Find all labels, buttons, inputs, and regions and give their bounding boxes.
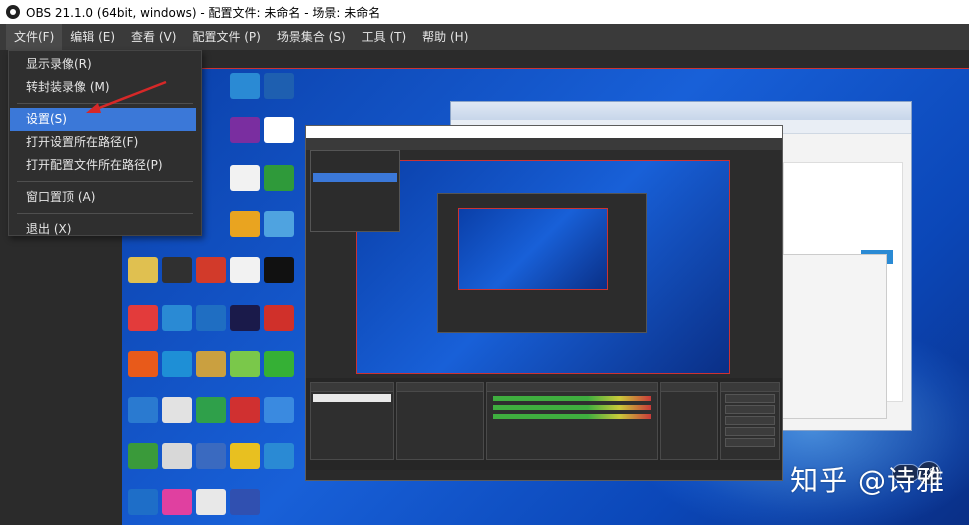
- desktop-icon: [230, 489, 260, 515]
- menu-item-open-profile-folder[interactable]: 打开配置文件所在路径(P): [9, 154, 201, 177]
- desktop-icon: [264, 397, 294, 423]
- desktop-icon: [230, 165, 260, 191]
- menu-profile[interactable]: 配置文件 (P): [184, 24, 268, 50]
- menu-item-open-settings-folder[interactable]: 打开设置所在路径(F): [9, 131, 201, 154]
- desktop-icon: [162, 443, 192, 469]
- menu-separator: [17, 103, 193, 104]
- nested-controls-panel: [720, 382, 780, 460]
- nested-scenes-panel: [310, 382, 394, 460]
- desktop-icon: [264, 443, 294, 469]
- desktop-icon: [162, 351, 192, 377]
- inner-obs-window: [437, 193, 647, 333]
- desktop-icon: [162, 489, 192, 515]
- nested-mixer-panel: [486, 382, 658, 460]
- menu-item-remux-recordings[interactable]: 转封装录像 (M): [9, 76, 201, 99]
- desktop-icon: [230, 257, 260, 283]
- nested-preview: [356, 160, 730, 374]
- inner-preview: [458, 208, 608, 290]
- menu-item-always-on-top[interactable]: 窗口置顶 (A): [9, 186, 201, 209]
- desktop-icon: [264, 117, 294, 143]
- desktop-icon: [196, 397, 226, 423]
- menu-separator: [17, 181, 193, 182]
- desktop-icon: [230, 117, 260, 143]
- desktop-icon: [128, 397, 158, 423]
- desktop-icon: [162, 305, 192, 331]
- nested-file-menu: [310, 150, 400, 232]
- menu-tools[interactable]: 工具 (T): [354, 24, 415, 50]
- desktop-icon: [162, 257, 192, 283]
- desktop-icon: [128, 489, 158, 515]
- menu-item-settings[interactable]: 设置(S): [10, 108, 196, 131]
- desktop-icon: [230, 443, 260, 469]
- desktop-icon: [230, 351, 260, 377]
- menu-item-show-recordings[interactable]: 显示录像(R): [9, 53, 201, 76]
- desktop-icon: [264, 211, 294, 237]
- nested-title-bar: [306, 126, 782, 138]
- nested-scene-row: [313, 394, 391, 402]
- title-bar: OBS 21.1.0 (64bit, windows) - 配置文件: 未命名 …: [0, 0, 969, 24]
- audio-meter: [493, 396, 651, 401]
- menu-separator: [17, 213, 193, 214]
- file-menu-dropdown: 显示录像(R) 转封装录像 (M) 设置(S) 打开设置所在路径(F) 打开配置…: [8, 50, 202, 236]
- desktop-icon: [196, 257, 226, 283]
- browser-title-bar: [451, 102, 911, 120]
- desktop-icon: [264, 165, 294, 191]
- menu-item-exit[interactable]: 退出 (X): [9, 218, 201, 241]
- desktop-icon: [196, 351, 226, 377]
- nested-obs-window: [305, 125, 783, 481]
- desktop-icon: [230, 73, 260, 99]
- desktop-icon: [196, 443, 226, 469]
- menu-bar: 文件(F) 编辑 (E) 查看 (V) 配置文件 (P) 场景集合 (S) 工具…: [0, 24, 969, 50]
- audio-meter: [493, 414, 651, 419]
- menu-scene-collection[interactable]: 场景集合 (S): [269, 24, 354, 50]
- desktop-icon: [196, 305, 226, 331]
- nested-status-bar: [306, 470, 782, 480]
- audio-meter: [493, 405, 651, 410]
- desktop-icon: [128, 257, 158, 283]
- nested-sources-panel: [396, 382, 484, 460]
- menu-edit[interactable]: 编辑 (E): [62, 24, 123, 50]
- nested-dock: [306, 378, 782, 480]
- desktop-icon: [230, 211, 260, 237]
- menu-file[interactable]: 文件(F): [6, 24, 63, 50]
- desktop-icon: [162, 397, 192, 423]
- desktop-icon: [128, 443, 158, 469]
- desktop-icon: [264, 351, 294, 377]
- nested-transitions-panel: [660, 382, 718, 460]
- desktop-icon: [264, 73, 294, 99]
- desktop-icon: [128, 351, 158, 377]
- window-title: OBS 21.1.0 (64bit, windows) - 配置文件: 未命名 …: [26, 5, 381, 20]
- nested-menu-bar: [306, 138, 782, 150]
- nested-menu-highlight: [313, 173, 397, 182]
- desktop-icon: [230, 305, 260, 331]
- desktop-icon: [264, 257, 294, 283]
- desktop-icon: [230, 397, 260, 423]
- menu-view[interactable]: 查看 (V): [123, 24, 184, 50]
- preview-canvas[interactable]: 29 知乎 @诗雅: [122, 68, 969, 525]
- desktop-icon: [196, 489, 226, 515]
- obs-logo-icon: [6, 5, 20, 19]
- wp-side-panel: [777, 254, 887, 419]
- watermark: 知乎 @诗雅: [790, 464, 945, 497]
- desktop-icon: [264, 305, 294, 331]
- menu-help[interactable]: 帮助 (H): [414, 24, 476, 50]
- desktop-icon: [128, 305, 158, 331]
